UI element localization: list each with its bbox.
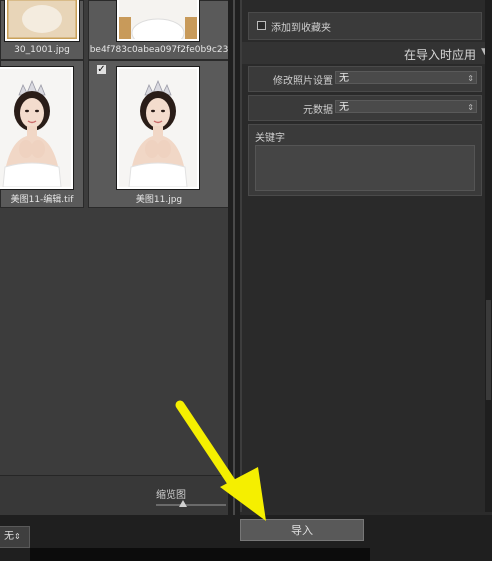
photo-thumbnail[interactable] — [5, 0, 79, 41]
photo-image — [119, 0, 197, 39]
updown-arrow-icon: ⇕ — [467, 103, 474, 112]
photo-thumbnail[interactable] — [0, 67, 73, 189]
scrollbar-thumb[interactable] — [486, 300, 491, 400]
file-name: 美图11.jpg — [135, 195, 183, 205]
metadata-select[interactable]: 无 ⇕ — [335, 100, 477, 113]
add-to-collection-label: 添加到收藏夹 — [271, 23, 331, 34]
grid-cell[interactable]: ✓ 美图11.jpg — [88, 60, 230, 208]
photo-image — [7, 0, 77, 39]
apply-during-import-header[interactable]: 在导入时应用 ▼ — [242, 42, 492, 64]
file-name: 30_1001.jpg — [14, 45, 70, 55]
updown-arrow-icon: ⇕ — [467, 74, 474, 83]
keywords-label: 关键字 — [255, 133, 285, 144]
keywords-row: 关键字 — [248, 124, 482, 196]
photo-thumbnail[interactable] — [117, 0, 199, 41]
develop-settings-label: 修改照片设置 — [273, 76, 333, 87]
grid-cell[interactable]: be4f783c0abea097f2fe0b9c23 — [88, 0, 230, 60]
photo-image — [119, 69, 197, 187]
grid-cell[interactable]: 30_1001.jpg — [0, 0, 84, 60]
develop-settings-value: 无 — [339, 73, 349, 84]
add-to-collection-row: 添加到收藏夹 — [248, 12, 482, 40]
develop-settings-select[interactable]: 无 ⇕ — [335, 71, 477, 84]
metadata-row: 元数据 无 ⇕ — [248, 95, 482, 121]
yellow-arrow-icon — [175, 400, 266, 521]
keywords-input[interactable] — [255, 145, 475, 191]
develop-settings-row: 修改照片设置 无 ⇕ — [248, 66, 482, 92]
checkbox-icon[interactable]: ✓ — [97, 65, 106, 75]
updown-arrow-icon: ⇕ — [14, 532, 21, 541]
filmstrip-area — [30, 548, 370, 561]
metadata-label: 元数据 — [303, 105, 333, 116]
file-name: be4f783c0abea097f2fe0b9c23 — [89, 45, 229, 55]
photo-thumbnail[interactable] — [117, 67, 199, 189]
grid-cell[interactable]: 美图11-编辑.tif — [0, 60, 84, 208]
panel-scrollbar[interactable] — [485, 0, 492, 512]
photo-image — [0, 69, 71, 187]
sort-select[interactable]: 无⇕ — [0, 526, 30, 548]
add-to-collection-checkbox[interactable] — [257, 21, 266, 30]
metadata-value: 无 — [339, 102, 349, 113]
file-name: 美图11-编辑.tif — [10, 195, 74, 205]
sort-value: 无 — [4, 531, 14, 542]
section-title: 在导入时应用 — [403, 48, 476, 62]
